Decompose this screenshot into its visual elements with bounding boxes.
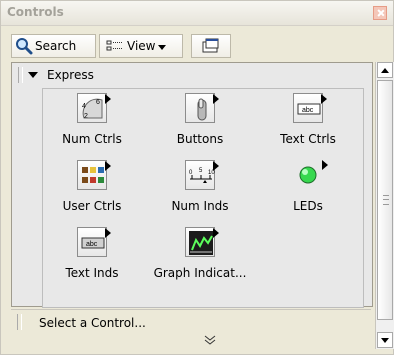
view-label: View: [127, 39, 156, 53]
item-label: User Ctrls: [62, 199, 122, 213]
close-icon[interactable]: [373, 6, 387, 20]
submenu-arrow-icon: [105, 94, 111, 104]
submenu-arrow-icon: [213, 228, 219, 238]
num-inds-icon: 0 5 10: [185, 160, 219, 190]
user-ctrls-icon: [77, 160, 111, 190]
view-button[interactable]: View: [99, 34, 183, 58]
submenu-arrow-icon: [322, 160, 328, 170]
svg-text:2: 2: [84, 113, 88, 120]
item-label: Text Inds: [65, 266, 119, 280]
palette-header[interactable]: Express: [12, 63, 372, 87]
item-label: Num Inds: [171, 199, 229, 213]
palette-item-text-ctrls[interactable]: abc Text Ctrls: [259, 91, 357, 153]
submenu-arrow-icon: [321, 94, 327, 104]
title-bar: Controls: [1, 1, 393, 26]
up-arrow-icon: [381, 67, 389, 73]
submenu-arrow-icon: [105, 161, 111, 171]
svg-text:6: 6: [96, 99, 100, 106]
down-arrow-icon: [381, 337, 389, 343]
led-icon: [293, 160, 328, 190]
dropdown-arrow-icon: [158, 39, 167, 53]
search-label: Search: [35, 39, 77, 53]
controls-window: Controls Search View Express 2 4 6 Num C…: [0, 0, 394, 355]
palette-item-num-inds[interactable]: 0 5 10 Num Inds: [151, 158, 249, 220]
item-label: Buttons: [176, 132, 224, 146]
graph-indicator-icon: [185, 227, 219, 257]
item-label: Graph Indicat...: [153, 266, 247, 280]
scroll-grip-icon: [383, 195, 389, 205]
item-label: LEDs: [293, 199, 323, 213]
item-label: Text Ctrls: [280, 132, 336, 146]
submenu-arrow-icon: [213, 94, 219, 104]
expand-chevron-icon[interactable]: [203, 335, 217, 348]
bottom-section: Select a Control...: [11, 309, 371, 350]
svg-text:5: 5: [199, 168, 203, 174]
palette-item-num-ctrls[interactable]: 2 4 6 Num Ctrls: [43, 91, 141, 153]
scroll-up-button[interactable]: [377, 62, 393, 78]
submenu-arrow-icon: [213, 161, 219, 171]
palette-item-graph-indicators[interactable]: Graph Indicat...: [151, 225, 249, 287]
window-title: Controls: [7, 5, 64, 19]
drag-grip-icon[interactable]: [18, 67, 23, 83]
select-a-control[interactable]: Select a Control...: [39, 316, 146, 330]
palette-item-leds[interactable]: LEDs: [259, 158, 357, 220]
palette-item-user-ctrls[interactable]: User Ctrls: [43, 158, 141, 220]
scroll-thumb[interactable]: [377, 80, 393, 320]
scroll-down-button[interactable]: [377, 332, 393, 348]
svg-text:4: 4: [82, 103, 86, 110]
svg-text:abc: abc: [302, 107, 314, 114]
palette-item-text-inds[interactable]: abc Text Inds: [43, 225, 141, 287]
express-category-label: Express: [47, 68, 94, 82]
item-label: Num Ctrls: [62, 132, 122, 146]
text-ctrls-icon: abc: [293, 93, 327, 123]
collapse-triangle-icon[interactable]: [28, 72, 38, 78]
window-pin-icon: [202, 38, 219, 53]
submenu-arrow-icon: [105, 228, 111, 238]
view-icon: [106, 40, 123, 51]
palette-icon-grid: 2 4 6 Num Ctrls Buttons abc Text Ctrls U…: [42, 88, 364, 308]
search-icon: [16, 38, 33, 55]
palette-item-buttons[interactable]: Buttons: [151, 91, 249, 153]
drag-grip-icon[interactable]: [17, 314, 22, 330]
svg-text:abc: abc: [86, 241, 98, 248]
controls-palette: Express 2 4 6 Num Ctrls Buttons abc Text…: [11, 62, 373, 308]
num-ctrls-icon: 2 4 6: [77, 93, 111, 123]
pin-button[interactable]: [191, 34, 231, 58]
vertical-scrollbar[interactable]: [375, 62, 394, 349]
buttons-icon: [185, 93, 219, 123]
text-inds-icon: abc: [77, 227, 111, 257]
search-button[interactable]: Search: [11, 34, 96, 58]
